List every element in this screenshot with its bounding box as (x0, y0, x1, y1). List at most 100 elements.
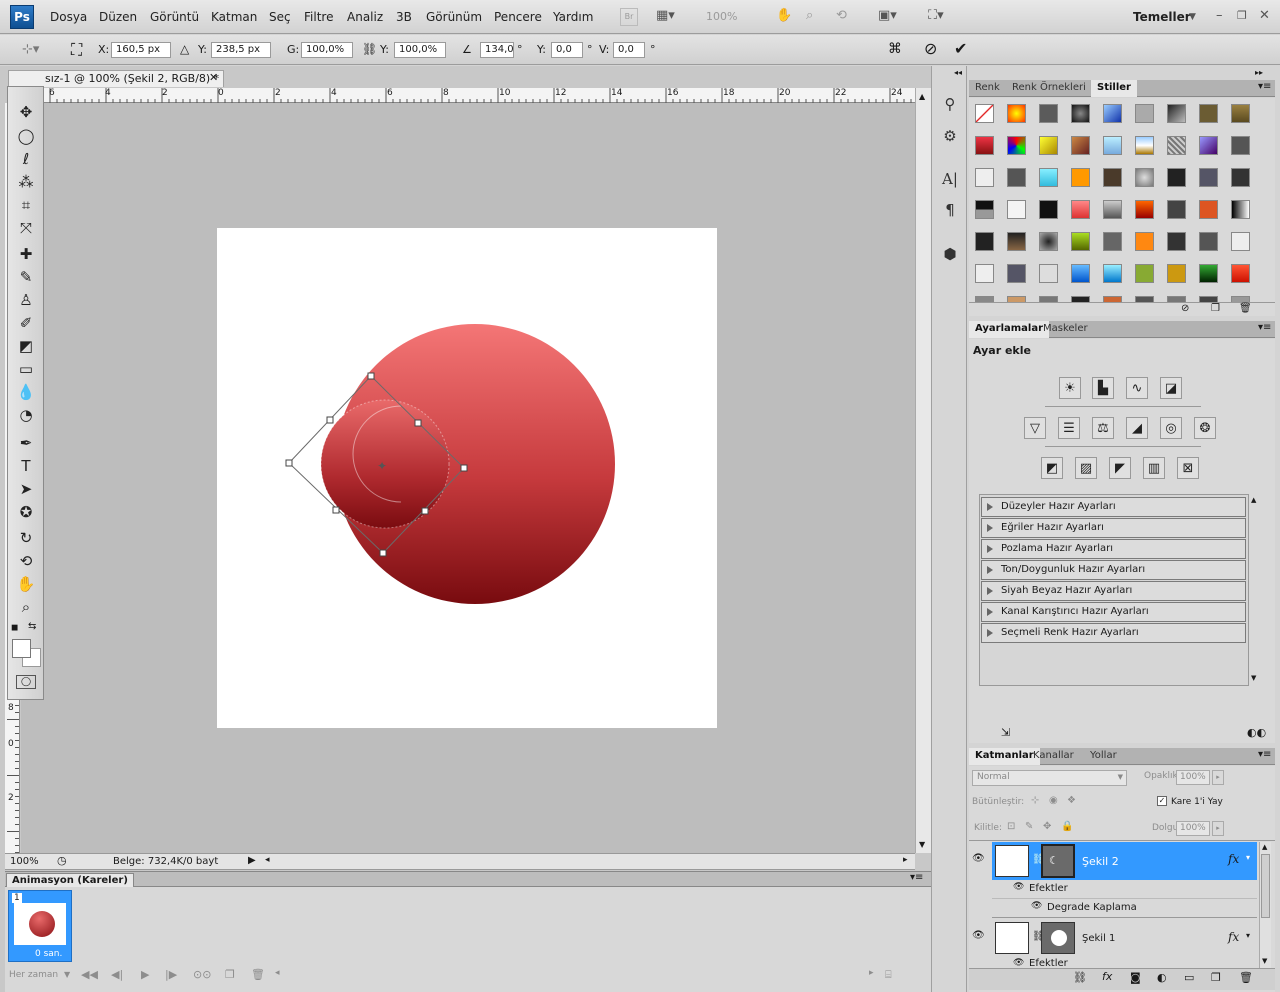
preset-curves[interactable]: Eğriler Hazır Ayarları (981, 518, 1246, 538)
style-swatch[interactable] (1039, 264, 1058, 283)
style-swatch[interactable] (1167, 264, 1186, 283)
menu-filtre[interactable]: Filtre (304, 10, 333, 24)
style-swatch[interactable] (1231, 264, 1250, 283)
style-swatch[interactable] (1071, 264, 1090, 283)
paragraph-icon[interactable]: ¶ (940, 200, 960, 220)
style-swatch[interactable] (975, 200, 994, 219)
opacity-field[interactable]: 100% (1176, 770, 1210, 785)
style-swatch[interactable] (1135, 232, 1154, 251)
lock-position-icon[interactable]: ✥ (1043, 821, 1051, 832)
cancel-transform-icon[interactable]: ⊘ (924, 39, 937, 58)
opacity-slider-icon[interactable]: ▸ (1212, 770, 1224, 785)
horizontal-skew-field[interactable]: 0,0 (551, 42, 583, 58)
preset-channel-mixer[interactable]: Kanal Karıştırıcı Hazır Ayarları (981, 602, 1246, 622)
layer-name[interactable]: Şekil 2 (1082, 855, 1119, 868)
menu-goruntu[interactable]: Görüntü (150, 10, 199, 24)
history-brush-tool-icon[interactable]: ✐ (15, 313, 37, 333)
effects-eye-icon[interactable]: 👁 (1013, 958, 1024, 968)
style-swatch[interactable] (1007, 264, 1026, 283)
style-swatch[interactable] (1167, 200, 1186, 219)
visibility-eye-icon[interactable]: 👁 (972, 853, 985, 864)
style-swatch[interactable] (1103, 136, 1122, 155)
close-icon[interactable]: ✕ (1259, 8, 1270, 26)
loop-option[interactable]: Her zaman (9, 970, 58, 980)
style-swatch[interactable] (1135, 136, 1154, 155)
posterize-icon[interactable]: ▨ (1075, 457, 1097, 479)
convert-timeline-icon[interactable]: ⌸ (885, 968, 892, 982)
foreground-color-swatch[interactable] (12, 639, 31, 658)
vector-mask-thumbnail[interactable]: ☾ (1041, 844, 1075, 878)
style-swatch[interactable] (975, 104, 994, 123)
style-swatch[interactable] (1103, 168, 1122, 187)
reference-point-crosshair[interactable]: ✦ (377, 459, 387, 473)
gradient-tool-icon[interactable]: ▭ (15, 359, 37, 379)
layer-effects-row[interactable]: 👁 Efektler (992, 958, 1257, 968)
screen-mode-icon[interactable]: ⛶▾ (928, 8, 944, 26)
style-swatch[interactable] (1071, 168, 1090, 187)
style-swatch[interactable] (1199, 104, 1218, 123)
preset-exposure[interactable]: Pozlama Hazır Ayarları (981, 539, 1246, 559)
delete-style-icon[interactable]: 🗑 (1239, 303, 1252, 314)
vibrance-icon[interactable]: ▽ (1024, 417, 1046, 439)
style-swatch[interactable] (1071, 200, 1090, 219)
path-selection-tool-icon[interactable]: ➤ (15, 479, 37, 499)
exposure-icon[interactable]: ◪ (1160, 377, 1182, 399)
preset-hue-saturation[interactable]: Ton/Doygunluk Hazır Ayarları (981, 560, 1246, 580)
style-swatch[interactable] (1103, 104, 1122, 123)
style-swatch[interactable] (1199, 168, 1218, 187)
type-tool-icon[interactable]: T (15, 456, 37, 476)
eraser-tool-icon[interactable]: ◩ (15, 336, 37, 356)
style-swatch[interactable] (1007, 232, 1026, 251)
tab-maskeler[interactable]: Maskeler (1037, 321, 1094, 338)
timeline-scroll-left-icon[interactable]: ◂ (275, 968, 280, 978)
effect-eye-icon[interactable]: 👁 (1031, 901, 1042, 911)
duplicate-frame-icon[interactable]: ❐ (225, 968, 235, 981)
crop-tool-icon[interactable]: ⌗ (15, 195, 37, 215)
style-swatch[interactable] (1231, 232, 1250, 251)
link-icon[interactable]: ⛓ (362, 42, 377, 56)
style-swatch[interactable] (1007, 168, 1026, 187)
style-swatch[interactable] (1135, 168, 1154, 187)
style-swatch[interactable] (1231, 136, 1250, 155)
scroll-down-icon[interactable]: ▼ (919, 840, 925, 849)
height-scale-field[interactable]: 100,0% (394, 42, 446, 58)
previous-frame-icon[interactable]: ◀| (111, 968, 123, 981)
tab-renk-ornekleri[interactable]: Renk Örnekleri (1006, 80, 1092, 97)
list-scroll-down-icon[interactable]: ▼ (1251, 674, 1256, 682)
add-mask-icon[interactable]: ◙ (1130, 971, 1141, 984)
preset-black-white[interactable]: Siyah Beyaz Hazır Ayarları (981, 581, 1246, 601)
healing-brush-tool-icon[interactable]: ✚ (15, 244, 37, 264)
layer-effects-row[interactable]: 👁 Efektler (992, 880, 1257, 899)
minimize-icon[interactable]: – (1216, 8, 1223, 26)
menu-dosya[interactable]: Dosya (50, 10, 87, 24)
expand-panels-icon[interactable]: ◂◂ (954, 68, 962, 77)
3d-orbit-tool-icon[interactable]: ⟲ (15, 551, 37, 571)
curves-icon[interactable]: ∿ (1126, 377, 1148, 399)
black-white-icon[interactable]: ◢ (1126, 417, 1148, 439)
quick-mask-icon[interactable]: ◯ (16, 675, 36, 689)
layer-row-sekil-1[interactable]: ⛓ Şekil 1 fx ▾ (992, 919, 1257, 957)
threshold-icon[interactable]: ◤ (1109, 457, 1131, 479)
first-frame-icon[interactable]: ◀◀ (81, 968, 98, 981)
style-swatch[interactable] (1071, 104, 1090, 123)
restore-icon[interactable]: ❐ (1237, 9, 1247, 27)
timeline-scroll-right-icon[interactable]: ▸ (869, 968, 874, 978)
vertical-scrollbar[interactable]: ▲ ▼ (915, 88, 931, 853)
unify-visibility-icon[interactable]: ◉ (1049, 795, 1058, 806)
style-swatch[interactable] (975, 232, 994, 251)
dodge-tool-icon[interactable]: ◔ (15, 405, 37, 425)
style-swatch[interactable] (975, 136, 994, 155)
menu-katman[interactable]: Katman (211, 10, 257, 24)
brightness-contrast-icon[interactable]: ☀ (1059, 377, 1081, 399)
new-adjustment-icon[interactable]: ◐ (1157, 971, 1167, 984)
lock-transparency-icon[interactable]: ⊡ (1007, 821, 1015, 832)
style-swatch[interactable] (1007, 136, 1026, 155)
style-swatch[interactable] (1103, 232, 1122, 251)
style-swatch[interactable] (975, 264, 994, 283)
eyedropper-tool-icon[interactable]: ⤧ (15, 218, 37, 238)
layers-scrollbar[interactable]: ▲ ▼ (1259, 842, 1271, 968)
history-icon[interactable]: ⚲ (940, 94, 960, 114)
blur-tool-icon[interactable]: 💧 (15, 382, 37, 402)
next-frame-icon[interactable]: |▶ (165, 968, 177, 981)
style-swatch[interactable] (1135, 264, 1154, 283)
